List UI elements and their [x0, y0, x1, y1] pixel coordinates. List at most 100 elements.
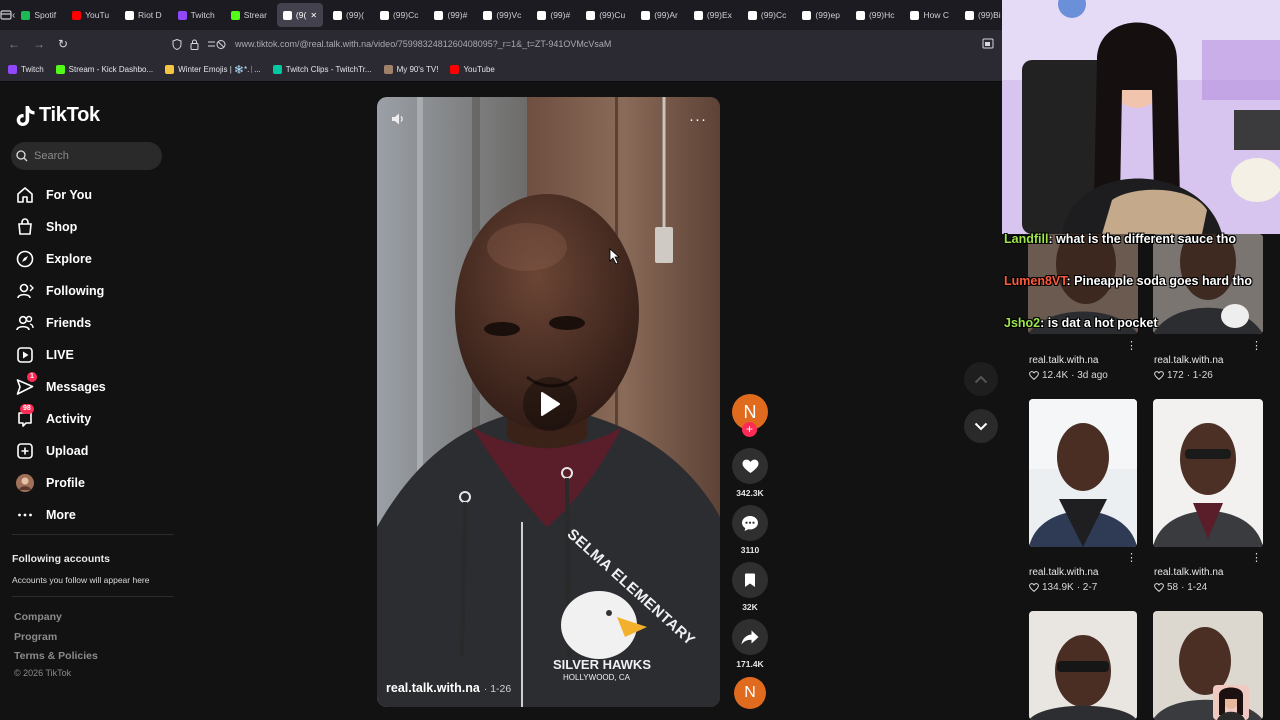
- permissions-icon[interactable]: [207, 39, 227, 50]
- video-author[interactable]: real.talk.with.na: [386, 681, 480, 695]
- disc-letter: N: [744, 684, 756, 701]
- thumbnail-more-icon[interactable]: ⋮: [1126, 339, 1137, 352]
- tab-list-icon[interactable]: [0, 9, 12, 21]
- grid-item-user[interactable]: real.talk.with.na: [1154, 355, 1223, 366]
- browser-tab[interactable]: (9(✕: [276, 3, 324, 27]
- thumbnail-more-icon[interactable]: ⋮: [1251, 339, 1262, 352]
- bookmark-item[interactable]: Twitch Clips - TwitchTr...: [272, 65, 372, 74]
- thumbnail-more-icon[interactable]: ⋮: [1126, 551, 1137, 564]
- browser-tab[interactable]: (99)Vc: [477, 3, 527, 27]
- copyright: © 2026 TikTok: [14, 668, 72, 678]
- browser-tab[interactable]: YouTu: [66, 3, 115, 27]
- music-disc-avatar[interactable]: N: [734, 677, 766, 709]
- grid-item-user[interactable]: real.talk.with.na: [1154, 567, 1223, 578]
- heart-outline-icon: [1029, 371, 1039, 380]
- tab-label: (99)#: [447, 10, 468, 20]
- sidebar-item-live[interactable]: LIVE: [16, 346, 74, 364]
- browser-tab[interactable]: (99)Ar: [635, 3, 684, 27]
- browser-tab[interactable]: (99)Cc: [374, 3, 425, 27]
- heart-outline-icon: [1029, 583, 1039, 592]
- follow-plus-button[interactable]: +: [742, 422, 757, 437]
- share-count: 171.4K: [736, 659, 764, 669]
- browser-tab[interactable]: Strear: [225, 3, 273, 27]
- address-bar[interactable]: www.tiktok.com/@real.talk.with.na/video/…: [172, 38, 611, 50]
- video-thumbnail[interactable]: [1029, 399, 1137, 547]
- friends-icon: [16, 314, 34, 332]
- forward-icon[interactable]: →: [28, 37, 50, 51]
- bookmark-item[interactable]: YouTube: [450, 65, 495, 74]
- bookmark-favicon-icon: [165, 65, 175, 74]
- sidebar-item-for-you[interactable]: For You: [16, 186, 92, 204]
- like-button[interactable]: [732, 448, 768, 484]
- bookmark-item[interactable]: My 90's TV!: [383, 65, 438, 74]
- more-options-icon[interactable]: ···: [689, 111, 707, 128]
- browser-tab[interactable]: (99)#: [531, 3, 576, 27]
- bookmark-item[interactable]: Stream - Kick Dashbo...: [55, 65, 153, 74]
- share-icon: [741, 630, 759, 644]
- messages-icon: 1: [16, 372, 37, 396]
- sidebar-item-following[interactable]: Following: [16, 282, 104, 300]
- footer-link-terms[interactable]: Terms & Policies: [14, 650, 98, 662]
- play-button[interactable]: [523, 377, 577, 431]
- comment-icon: [742, 515, 758, 531]
- browser-tab[interactable]: (99)Cc: [742, 3, 793, 27]
- tab-label: Riot D: [138, 10, 162, 20]
- sidebar-item-messages[interactable]: 1 Messages: [16, 372, 106, 396]
- sidebar-item-shop[interactable]: Shop: [16, 218, 77, 236]
- bookmark-item[interactable]: Twitch: [8, 65, 44, 74]
- tab-favicon-icon: [693, 10, 703, 20]
- heart-icon: [742, 459, 758, 473]
- tab-label: (99)Ar: [654, 10, 678, 20]
- save-count: 32K: [742, 602, 758, 612]
- tab-favicon-icon: [483, 10, 493, 20]
- chat-username: Lumen8VT: [1004, 274, 1067, 288]
- mute-icon[interactable]: [391, 112, 407, 131]
- tab-label: (99)Hc: [868, 10, 895, 20]
- footer-link-program[interactable]: Program: [14, 631, 57, 643]
- bookmark-label: Twitch: [21, 65, 44, 74]
- tab-favicon-icon: [537, 10, 547, 20]
- browser-tab[interactable]: Riot D: [119, 3, 168, 27]
- browser-tab[interactable]: How C: [904, 3, 955, 27]
- tab-favicon-icon: [747, 10, 757, 20]
- browser-tab[interactable]: (99)Bi: [959, 3, 1002, 27]
- thumbnail-image: [1029, 399, 1137, 547]
- search-input[interactable]: Search: [34, 150, 69, 162]
- previous-video-button[interactable]: [964, 362, 998, 396]
- grid-item-date: · 1-26: [1186, 370, 1213, 381]
- thumbnail-more-icon[interactable]: ⋮: [1251, 551, 1262, 564]
- video-thumbnail[interactable]: [1153, 399, 1263, 547]
- video-thumbnail[interactable]: [1153, 611, 1263, 720]
- avatar: [16, 474, 34, 492]
- close-tab-icon[interactable]: ✕: [310, 11, 317, 20]
- browser-tab[interactable]: (99)(: [327, 3, 370, 27]
- save-button[interactable]: [732, 562, 768, 598]
- footer-link-company[interactable]: Company: [14, 611, 62, 623]
- reload-icon[interactable]: ↻: [50, 37, 76, 51]
- next-video-button[interactable]: [964, 409, 998, 443]
- sidebar-item-friends[interactable]: Friends: [16, 314, 91, 332]
- browser-tab[interactable]: (99)Ex: [688, 3, 738, 27]
- video-player[interactable]: SELMA ELEMENTARY SILVER HAWKS HOLLYWOOD,…: [377, 97, 720, 707]
- browser-tab[interactable]: (99)ep: [796, 3, 846, 27]
- browser-tab[interactable]: (99)Cu: [580, 3, 631, 27]
- grid-item-user[interactable]: real.talk.with.na: [1029, 355, 1098, 366]
- share-button[interactable]: [732, 619, 768, 655]
- back-icon[interactable]: ←: [0, 37, 28, 51]
- sidebar-item-more[interactable]: More: [16, 506, 76, 524]
- browser-tab[interactable]: (99)#: [428, 3, 473, 27]
- sidebar-item-explore[interactable]: Explore: [16, 250, 92, 268]
- screenshot-icon[interactable]: [982, 38, 994, 51]
- sidebar-item-activity[interactable]: 98 Activity: [16, 404, 91, 428]
- sidebar-item-profile[interactable]: Profile: [16, 474, 85, 492]
- browser-tab[interactable]: (99)Hc: [850, 3, 901, 27]
- browser-tab[interactable]: Spotif: [15, 3, 62, 27]
- search-box[interactable]: Search: [11, 142, 162, 170]
- bookmark-item[interactable]: Winter Emojis | ❄️*.ᛁ...: [165, 65, 261, 74]
- browser-tab[interactable]: Twitch: [172, 3, 221, 27]
- tiktok-logo[interactable]: TikTok: [16, 104, 100, 127]
- comment-button[interactable]: [732, 505, 768, 541]
- sidebar-item-upload[interactable]: Upload: [16, 442, 88, 460]
- video-thumbnail[interactable]: [1029, 611, 1137, 720]
- grid-item-user[interactable]: real.talk.with.na: [1029, 567, 1098, 578]
